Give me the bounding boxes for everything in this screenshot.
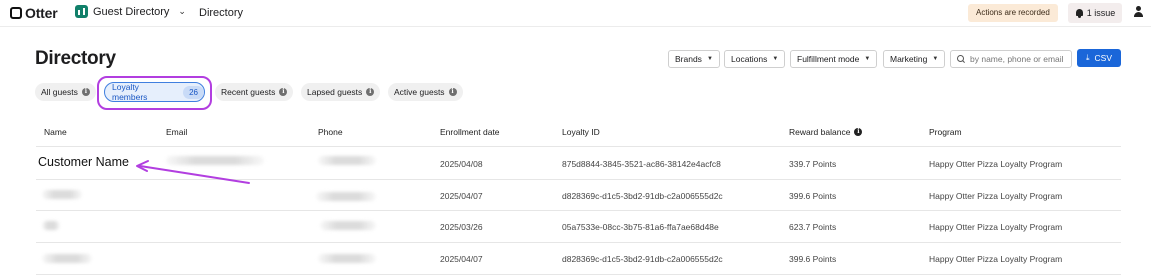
tab-active-guests[interactable]: Active guests i bbox=[388, 83, 463, 101]
fulfillment-mode-filter[interactable]: Fulfillment mode ▼ bbox=[790, 50, 878, 68]
caret-down-icon: ▼ bbox=[706, 56, 713, 62]
redacted-phone bbox=[320, 221, 376, 230]
program-name: Happy Otter Pizza Loyalty Program bbox=[929, 222, 1063, 232]
breadcrumb[interactable]: Directory bbox=[199, 7, 243, 19]
loyalty-id: d828369c-d1c5-3bd2-91db-c2a006555d2c bbox=[562, 254, 723, 264]
page-title: Directory bbox=[35, 48, 116, 69]
locations-filter-label: Locations bbox=[731, 54, 768, 64]
tab-label: Lapsed guests bbox=[307, 87, 363, 97]
redacted-name bbox=[42, 254, 92, 263]
header-label: Reward balance bbox=[789, 127, 851, 137]
program-name: Happy Otter Pizza Loyalty Program bbox=[929, 159, 1063, 169]
redacted-email bbox=[166, 156, 264, 165]
header-label: Loyalty ID bbox=[562, 127, 600, 137]
redacted-phone bbox=[318, 254, 376, 263]
info-icon: i bbox=[366, 88, 375, 96]
info-icon: i bbox=[448, 88, 457, 96]
otter-logo[interactable]: Otter bbox=[10, 5, 58, 21]
program-name: Happy Otter Pizza Loyalty Program bbox=[929, 191, 1063, 201]
tab-all-guests[interactable]: All guests i bbox=[35, 83, 96, 101]
reward-balance: 339.7 Points bbox=[789, 159, 837, 169]
table-row[interactable]: 2025/04/07 d828369c-d1c5-3bd2-91db-c2a00… bbox=[0, 180, 1151, 211]
download-icon: ⤓ bbox=[1085, 53, 1090, 62]
redacted-name bbox=[42, 221, 60, 230]
loyalty-id: 875d8844-3845-3521-ac86-38142e4acfc8 bbox=[562, 159, 721, 169]
fulfillment-filter-label: Fulfillment mode bbox=[797, 54, 860, 64]
enrollment-date: 2025/04/07 bbox=[440, 254, 483, 264]
enrollment-date: 2025/04/07 bbox=[440, 191, 483, 201]
issues-button[interactable]: 1 issue bbox=[1068, 3, 1122, 23]
loyalty-id: 05a7533e-08cc-3b75-81a6-ffa7ae68d48e bbox=[562, 222, 719, 232]
reward-balance: 399.6 Points bbox=[789, 254, 837, 264]
issues-label: 1 issue bbox=[1086, 8, 1116, 18]
row-divider bbox=[36, 274, 1121, 275]
info-icon[interactable]: i bbox=[854, 128, 863, 136]
redacted-phone bbox=[316, 192, 376, 201]
column-header-reward-balance[interactable]: Reward balance i bbox=[789, 127, 863, 137]
header-divider bbox=[36, 146, 1121, 147]
info-icon: i bbox=[81, 88, 90, 96]
top-bar: Otter Guest Directory ⌄ Directory Action… bbox=[0, 0, 1151, 27]
export-csv-button[interactable]: ⤓ CSV bbox=[1077, 49, 1121, 67]
enrollment-date: 2025/04/08 bbox=[440, 159, 483, 169]
chevron-down-icon: ⌄ bbox=[178, 6, 186, 16]
enrollment-date: 2025/03/26 bbox=[440, 222, 483, 232]
header-label: Email bbox=[166, 127, 188, 137]
search-field[interactable] bbox=[950, 50, 1072, 68]
tab-lapsed-guests[interactable]: Lapsed guests i bbox=[301, 83, 381, 101]
tab-recent-guests[interactable]: Recent guests i bbox=[215, 83, 294, 101]
header-label: Enrollment date bbox=[440, 127, 500, 137]
caret-down-icon: ▼ bbox=[932, 56, 939, 62]
user-icon[interactable] bbox=[1133, 6, 1144, 18]
column-header-email[interactable]: Email bbox=[166, 127, 187, 137]
search-input[interactable] bbox=[970, 54, 1070, 64]
marketing-filter-label: Marketing bbox=[890, 54, 928, 64]
reward-balance: 623.7 Points bbox=[789, 222, 837, 232]
tab-label: Recent guests bbox=[221, 87, 276, 97]
caret-down-icon: ▼ bbox=[864, 56, 871, 62]
program-name: Happy Otter Pizza Loyalty Program bbox=[929, 254, 1063, 264]
column-header-phone[interactable]: Phone bbox=[318, 127, 343, 137]
info-icon: i bbox=[279, 88, 288, 96]
column-header-name[interactable]: Name bbox=[44, 127, 67, 137]
header-label: Program bbox=[929, 127, 962, 137]
header-label: Phone bbox=[318, 127, 343, 137]
brand-name: Otter bbox=[25, 5, 58, 21]
bell-icon bbox=[1075, 8, 1084, 18]
brands-filter[interactable]: Brands ▼ bbox=[668, 50, 720, 68]
locations-filter[interactable]: Locations ▼ bbox=[724, 50, 786, 68]
app-switcher[interactable]: Guest Directory ⌄ bbox=[75, 5, 186, 18]
table-row[interactable]: 2025/04/08 875d8844-3845-3521-ac86-38142… bbox=[0, 148, 1151, 179]
annotation-highlight-ring bbox=[97, 76, 212, 110]
redacted-phone bbox=[318, 156, 376, 165]
caret-down-icon: ▼ bbox=[772, 56, 779, 62]
csv-label: CSV bbox=[1094, 53, 1113, 63]
search-icon bbox=[957, 55, 965, 63]
tab-label: All guests bbox=[41, 87, 78, 97]
header-label: Name bbox=[44, 127, 67, 137]
app-name: Guest Directory bbox=[93, 5, 170, 18]
guest-directory-app-icon bbox=[75, 5, 88, 18]
redacted-name bbox=[42, 190, 82, 199]
column-header-loyalty-id[interactable]: Loyalty ID bbox=[562, 127, 600, 137]
table-row[interactable]: 2025/03/26 05a7533e-08cc-3b75-81a6-ffa7a… bbox=[0, 211, 1151, 242]
brands-filter-label: Brands bbox=[675, 54, 702, 64]
reward-balance: 399.6 Points bbox=[789, 191, 837, 201]
otter-logo-icon bbox=[10, 7, 22, 19]
customer-name: Customer Name bbox=[38, 155, 129, 169]
table-row[interactable]: 2025/04/07 d828369c-d1c5-3bd2-91db-c2a00… bbox=[0, 243, 1151, 274]
marketing-filter[interactable]: Marketing ▼ bbox=[883, 50, 946, 68]
column-header-program[interactable]: Program bbox=[929, 127, 962, 137]
loyalty-id: d828369c-d1c5-3bd2-91db-c2a006555d2c bbox=[562, 191, 723, 201]
tab-label: Active guests bbox=[394, 87, 445, 97]
recording-badge: Actions are recorded bbox=[968, 4, 1058, 22]
column-header-enrollment-date[interactable]: Enrollment date bbox=[440, 127, 500, 137]
